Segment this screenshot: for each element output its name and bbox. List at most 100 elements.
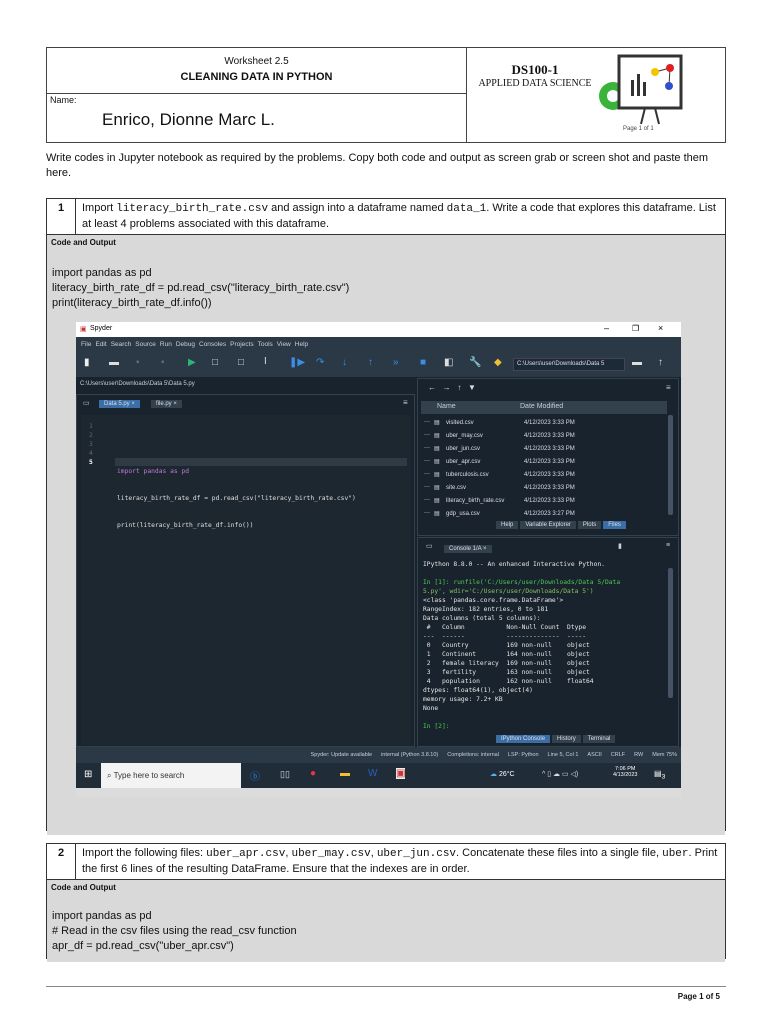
search-icon: ⌕ (107, 771, 112, 780)
working-directory-input[interactable]: C:\Users\user\Downloads\Data 5 (513, 358, 625, 371)
file-row[interactable]: — ▤ literacy_birth_rate.csv 4/12/2023 3:33 … (424, 495, 664, 508)
clock[interactable]: 7:06 PM 4/13/2023 (613, 766, 637, 778)
menu-help[interactable]: Help (295, 341, 308, 348)
files-nav-icons[interactable]: ← → ↑ ▼ (428, 383, 476, 392)
csv-file-icon: ▤ (434, 485, 440, 491)
tab-file-py[interactable]: file.py × (151, 400, 182, 408)
step-return-icon[interactable]: ↑ (368, 357, 373, 368)
menu-debug[interactable]: Debug (176, 341, 195, 348)
file-row[interactable]: — ▤ site.csv 4/12/2023 3:33 PM (424, 482, 664, 495)
tab-plots[interactable]: Plots (577, 521, 602, 529)
menu-file[interactable]: File (81, 341, 91, 348)
tab-ipython-console[interactable]: IPython Console (496, 735, 551, 743)
file-row[interactable]: — ▤ uber_may.csv 4/12/2023 3:33 PM (424, 430, 664, 443)
tab-files[interactable]: Files (603, 521, 626, 529)
tab-data5-py[interactable]: Data 5.py × (99, 400, 140, 408)
weather-icon: ☁ (490, 771, 497, 778)
debug-icon[interactable]: ❚▶ (289, 357, 305, 368)
preferences-wrench-icon[interactable]: 🔧 (469, 357, 481, 368)
files-header: Name Date Modified (421, 401, 667, 414)
console-menu-icon[interactable]: ≡ (666, 542, 670, 549)
file-explorer-icon[interactable]: ▬ (340, 768, 350, 779)
tab-variable-explorer[interactable]: Variable Explorer (520, 521, 576, 529)
menu-projects[interactable]: Projects (230, 341, 253, 348)
file-row[interactable]: — ▤ tuberculosis.csv 4/12/2023 3:33 PM (424, 469, 664, 482)
tab-terminal[interactable]: Terminal (582, 735, 616, 743)
run-cell-advance-icon[interactable]: □ (238, 357, 244, 368)
tray-icons[interactable]: ^ ▯ ☁ ▭ ◁) (542, 770, 578, 778)
run-icon[interactable]: ▶ (188, 357, 196, 368)
step-into-icon[interactable]: ↓ (342, 357, 347, 368)
code-line: literacy_birth_rate_df = pd.read_csv("li… (52, 282, 350, 294)
code-ref: uber_apr.csv (206, 848, 286, 860)
chrome-icon[interactable]: ● (310, 768, 316, 779)
editor-menu-icon[interactable]: ≡ (403, 398, 408, 407)
column-date-modified[interactable]: Date Modified (520, 403, 563, 410)
console-line: 1 Continent 164 non-null object (423, 651, 590, 658)
menu-search[interactable]: Search (111, 341, 132, 348)
menu-view[interactable]: View (277, 341, 291, 348)
pane-options-icon[interactable]: ▭ (83, 399, 90, 407)
weather[interactable]: ☁ 26°C (490, 770, 515, 778)
line-number: 1 (89, 423, 93, 430)
stop-icon[interactable]: ■ (420, 357, 426, 368)
step-icon[interactable]: ↷ (316, 357, 324, 368)
files-menu-icon[interactable]: ≡ (666, 383, 671, 392)
console-trash-icon[interactable]: ▮ (618, 542, 622, 550)
task-view-icon[interactable]: ▯▯ (280, 769, 290, 780)
continue-icon[interactable]: » (393, 357, 399, 368)
menu-source[interactable]: Source (135, 341, 156, 348)
spyder-icon: ▣ (80, 326, 87, 333)
status-update[interactable]: Spyder: Update available (311, 752, 372, 758)
file-row[interactable]: — ▤ gdp_usa.csv 4/12/2023 3:27 PM (424, 508, 664, 521)
restore-icon[interactable]: ❐ (632, 324, 639, 333)
menu-consoles[interactable]: Consoles (199, 341, 226, 348)
windows-start-icon[interactable]: ⊞ (84, 769, 92, 780)
csv-file-icon: ▤ (434, 472, 440, 478)
taskbar-search[interactable]: ⌕ Type here to search (101, 763, 241, 788)
run-cell-icon[interactable]: □ (212, 357, 218, 368)
console-line: 2 female literacy 169 non-null object (423, 660, 590, 667)
pane-options-icon[interactable]: ▭ (426, 542, 433, 550)
csv-file-icon: ▤ (434, 511, 440, 517)
browse-folder-icon[interactable]: ▬ (632, 357, 642, 368)
open-file-icon[interactable]: ▬ (109, 357, 119, 368)
file-row[interactable]: — ▤ uber_apr.csv 4/12/2023 3:33 PM (424, 456, 664, 469)
menu-run[interactable]: Run (160, 341, 172, 348)
tab-history[interactable]: History (552, 735, 581, 743)
status-interpreter[interactable]: internal (Python 3.8.10) (381, 752, 438, 758)
bing-icon[interactable]: ⓑ (250, 768, 260, 783)
menu-tools[interactable]: Tools (258, 341, 273, 348)
student-name: Enrico, Dionne Marc L. (102, 110, 275, 129)
python-path-icon[interactable]: ◆ (494, 357, 502, 368)
word-icon[interactable]: W (368, 768, 377, 779)
console-line: --- ------ -------------- ----- (423, 633, 587, 640)
close-icon[interactable]: × (658, 323, 663, 333)
menu-bar: File Edit Search Source Run Debug Consoles Proj… (76, 337, 681, 352)
console-line: dtypes: float64(1), object(4) (423, 687, 533, 694)
save-icon[interactable]: ▪ (136, 357, 140, 368)
file-row[interactable]: — ▤ uber_jun.csv 4/12/2023 3:33 PM (424, 443, 664, 456)
minimize-icon[interactable]: – (604, 323, 609, 333)
tab-console[interactable]: Console 1/A × (444, 545, 492, 553)
save-all-icon[interactable]: ▪ (161, 357, 165, 368)
column-name[interactable]: Name (437, 403, 456, 410)
console-output[interactable]: IPython 8.8.0 -- An enhanced Interactive… (423, 560, 620, 731)
console-scrollbar[interactable] (668, 568, 673, 698)
tab-help[interactable]: Help (496, 521, 519, 529)
code-editor[interactable]: 1 2 3 4 5 import pandas as pd literacy_birth… (81, 415, 411, 745)
menu-edit[interactable]: Edit (95, 341, 106, 348)
text: Import (82, 202, 117, 214)
code-lines: import pandas as pd literacy_birth_rate_… (117, 422, 356, 548)
spyder-taskbar-icon[interactable]: ▣ (396, 768, 406, 779)
code-ref: uber_jun.csv (376, 848, 457, 860)
parent-dir-icon[interactable]: ↑ (658, 357, 663, 368)
spyder-screenshot: ▣ Spyder – ❐ × File Edit Search Source Run De… (76, 322, 681, 797)
new-file-icon[interactable]: ▮ (84, 357, 90, 368)
file-row[interactable]: — ▤ visited.csv 4/12/2023 3:33 PM (424, 417, 664, 430)
run-selection-icon[interactable]: I (264, 356, 267, 367)
files-scrollbar[interactable] (668, 415, 673, 515)
notification-icon[interactable]: ▤3 (654, 769, 665, 781)
maximize-pane-icon[interactable]: ◧ (444, 357, 453, 368)
